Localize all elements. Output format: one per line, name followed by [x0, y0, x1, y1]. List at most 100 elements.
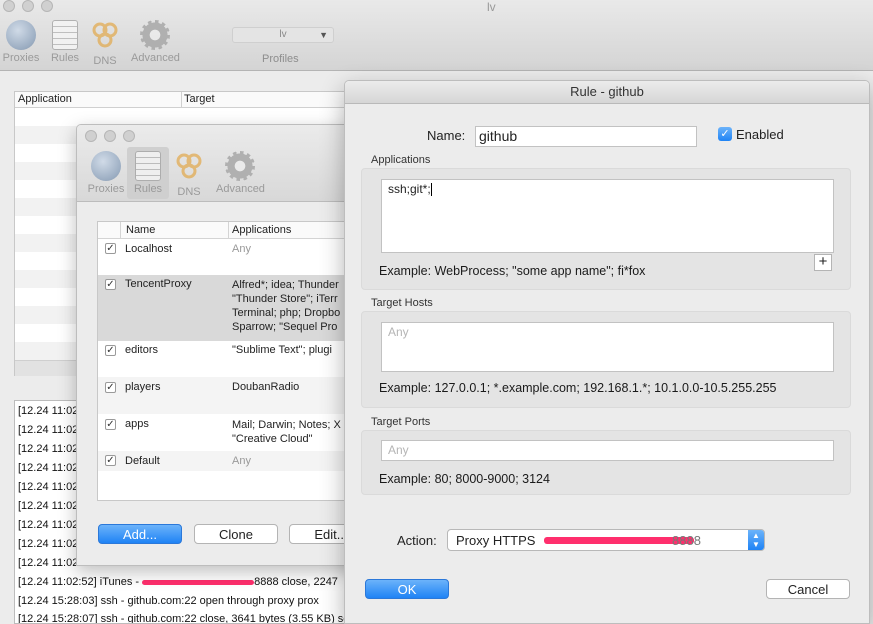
- gear-icon: [140, 20, 170, 50]
- globe-icon: [91, 151, 121, 181]
- toolbar-advanced-label: Advanced: [216, 183, 265, 195]
- applications-label: Applications: [371, 154, 431, 166]
- close-window-button[interactable]: [85, 130, 97, 142]
- target-hosts-example: Example: 127.0.0.1; *.example.com; 192.1…: [379, 381, 777, 395]
- action-select[interactable]: Proxy HTTPS 8888 ▲ ▼: [447, 529, 765, 551]
- target-ports-field[interactable]: Any: [381, 440, 834, 461]
- toolbar-advanced[interactable]: Advanced: [216, 151, 265, 195]
- toolbar-proxies[interactable]: Proxies: [0, 20, 45, 64]
- toolbar-proxies[interactable]: Proxies: [82, 151, 130, 195]
- add-application-button[interactable]: +: [814, 254, 832, 271]
- log-line: [12.24 11:02: [18, 462, 79, 474]
- log-line: [12.24 11:02: [18, 557, 79, 569]
- column-divider: [181, 92, 182, 107]
- rule-apps: Alfred*; idea; Thunder "Thunder Store"; …: [232, 278, 340, 334]
- rule-name: Localhost: [125, 243, 173, 255]
- target-hosts-field[interactable]: Any: [381, 322, 834, 372]
- toolbar-dns-label: DNS: [177, 186, 201, 198]
- toolbar-advanced[interactable]: Advanced: [131, 20, 180, 64]
- rule-enabled-checkbox[interactable]: ✓: [105, 279, 116, 290]
- clone-rule-button[interactable]: Clone: [194, 524, 278, 544]
- ok-button[interactable]: OK: [365, 579, 449, 599]
- zoom-window-button[interactable]: [41, 0, 53, 12]
- enabled-label: Enabled: [736, 127, 784, 142]
- rule-name: TencentProxy: [125, 278, 192, 290]
- window-title: lv: [487, 0, 496, 14]
- toolbar-dns[interactable]: DNS: [165, 151, 213, 198]
- target-ports-example: Example: 80; 8000-9000; 3124: [379, 472, 550, 486]
- redaction-mark: [142, 579, 255, 585]
- rules-window-toolbar: Proxies Rules DNS Advanced: [77, 125, 367, 202]
- rule-row[interactable]: ✓ apps Mail; Darwin; Notes; X "Creative …: [98, 414, 367, 451]
- toolbar-dns[interactable]: DNS: [81, 20, 129, 67]
- rules-list-icon: [135, 151, 161, 181]
- rule-apps-line: Terminal; php; Dropbo: [232, 307, 341, 319]
- target-hosts-placeholder: Any: [388, 325, 409, 339]
- dns-icon: [176, 153, 202, 179]
- rule-enabled-checkbox[interactable]: ✓: [105, 243, 116, 254]
- log-line: [12.24 15:28:03] ssh - github.com:22 ope…: [18, 595, 319, 607]
- profile-select[interactable]: lv ▼: [232, 27, 334, 43]
- enabled-checkbox[interactable]: ✓: [718, 127, 732, 141]
- log-line: [12.24 11:02: [18, 519, 79, 531]
- column-application[interactable]: Application: [18, 93, 72, 105]
- target-ports-label: Target Ports: [371, 416, 431, 428]
- action-select-value: Proxy HTTPS: [456, 533, 536, 548]
- rule-apps-line: Sparrow; "Sequel Pro: [232, 321, 338, 333]
- rules-table-header: Name Applications: [98, 222, 367, 239]
- toolbar-proxies-label: Proxies: [87, 183, 125, 195]
- dns-icon: [92, 22, 118, 48]
- chevron-down-icon: ▼: [319, 30, 328, 40]
- rule-row[interactable]: ✓ Default Any: [98, 451, 367, 471]
- column-name[interactable]: Name: [126, 224, 155, 236]
- target-ports-placeholder: Any: [388, 443, 409, 457]
- rule-row[interactable]: ✓ editors "Sublime Text"; plugi: [98, 341, 367, 377]
- profile-select-value: lv: [279, 29, 287, 40]
- rule-enabled-checkbox[interactable]: ✓: [105, 419, 116, 430]
- rule-apps-line: "Creative Cloud": [232, 433, 313, 445]
- table-header: Application Target: [15, 92, 349, 108]
- close-window-button[interactable]: [3, 0, 15, 12]
- rule-row[interactable]: ✓ Localhost Any: [98, 239, 367, 275]
- gear-icon: [225, 151, 255, 181]
- zoom-window-button[interactable]: [123, 130, 135, 142]
- applications-field[interactable]: ssh;git*;: [381, 179, 834, 253]
- log-line: [12.24 11:02: [18, 443, 79, 455]
- log-line: [12.24 15:28:07] ssh - github.com:22 clo…: [18, 613, 349, 624]
- minimize-window-button[interactable]: [22, 0, 34, 12]
- rule-name: Default: [125, 455, 160, 467]
- cancel-button[interactable]: Cancel: [766, 579, 850, 599]
- rule-enabled-checkbox[interactable]: ✓: [105, 345, 116, 356]
- name-field[interactable]: github: [475, 126, 697, 147]
- rule-name: editors: [125, 344, 159, 356]
- dialog-title: Rule - github: [345, 81, 869, 104]
- rule-apps: Any: [232, 455, 251, 467]
- toolbar-advanced-label: Advanced: [131, 52, 180, 64]
- rule-enabled-checkbox[interactable]: ✓: [105, 382, 116, 393]
- log-line-text: [12.24 11:02:52] iTunes -: [18, 576, 143, 588]
- rule-apps: DoubanRadio: [232, 381, 300, 393]
- rule-name: players: [125, 381, 161, 393]
- main-toolbar: lv Proxies Rules DNS Advanced: [0, 0, 873, 71]
- log-line-tail: 8888 close, 2247: [254, 576, 338, 588]
- rule-row[interactable]: ✓ TencentProxy Alfred*; idea; Thunder "T…: [98, 275, 367, 341]
- toolbar-dns-label: DNS: [93, 55, 117, 67]
- minimize-window-button[interactable]: [104, 130, 116, 142]
- toolbar-rules-label: Rules: [50, 52, 80, 64]
- toolbar-rules[interactable]: Rules: [127, 147, 169, 199]
- action-label: Action:: [397, 533, 437, 548]
- log-line: [12.24 11:02: [18, 424, 79, 436]
- plus-icon: +: [818, 253, 828, 270]
- rule-enabled-checkbox[interactable]: ✓: [105, 455, 116, 466]
- log-line: [12.24 11:02: [18, 405, 79, 417]
- column-applications[interactable]: Applications: [232, 224, 291, 236]
- rule-apps-line: Mail; Darwin; Notes; X: [232, 419, 341, 431]
- profiles-label: Profiles: [262, 53, 299, 65]
- rule-row[interactable]: ✓ players DoubanRadio: [98, 377, 367, 414]
- add-rule-button[interactable]: Add...: [98, 524, 182, 544]
- rule-apps: Any: [232, 243, 251, 255]
- rule-dialog: Rule - github Name: github ✓ Enabled App…: [344, 80, 870, 624]
- rule-apps-line: "Thunder Store"; iTerr: [232, 293, 338, 305]
- rules-table: Name Applications ✓ Localhost Any ✓ Tenc…: [97, 221, 367, 501]
- column-target[interactable]: Target: [184, 93, 215, 105]
